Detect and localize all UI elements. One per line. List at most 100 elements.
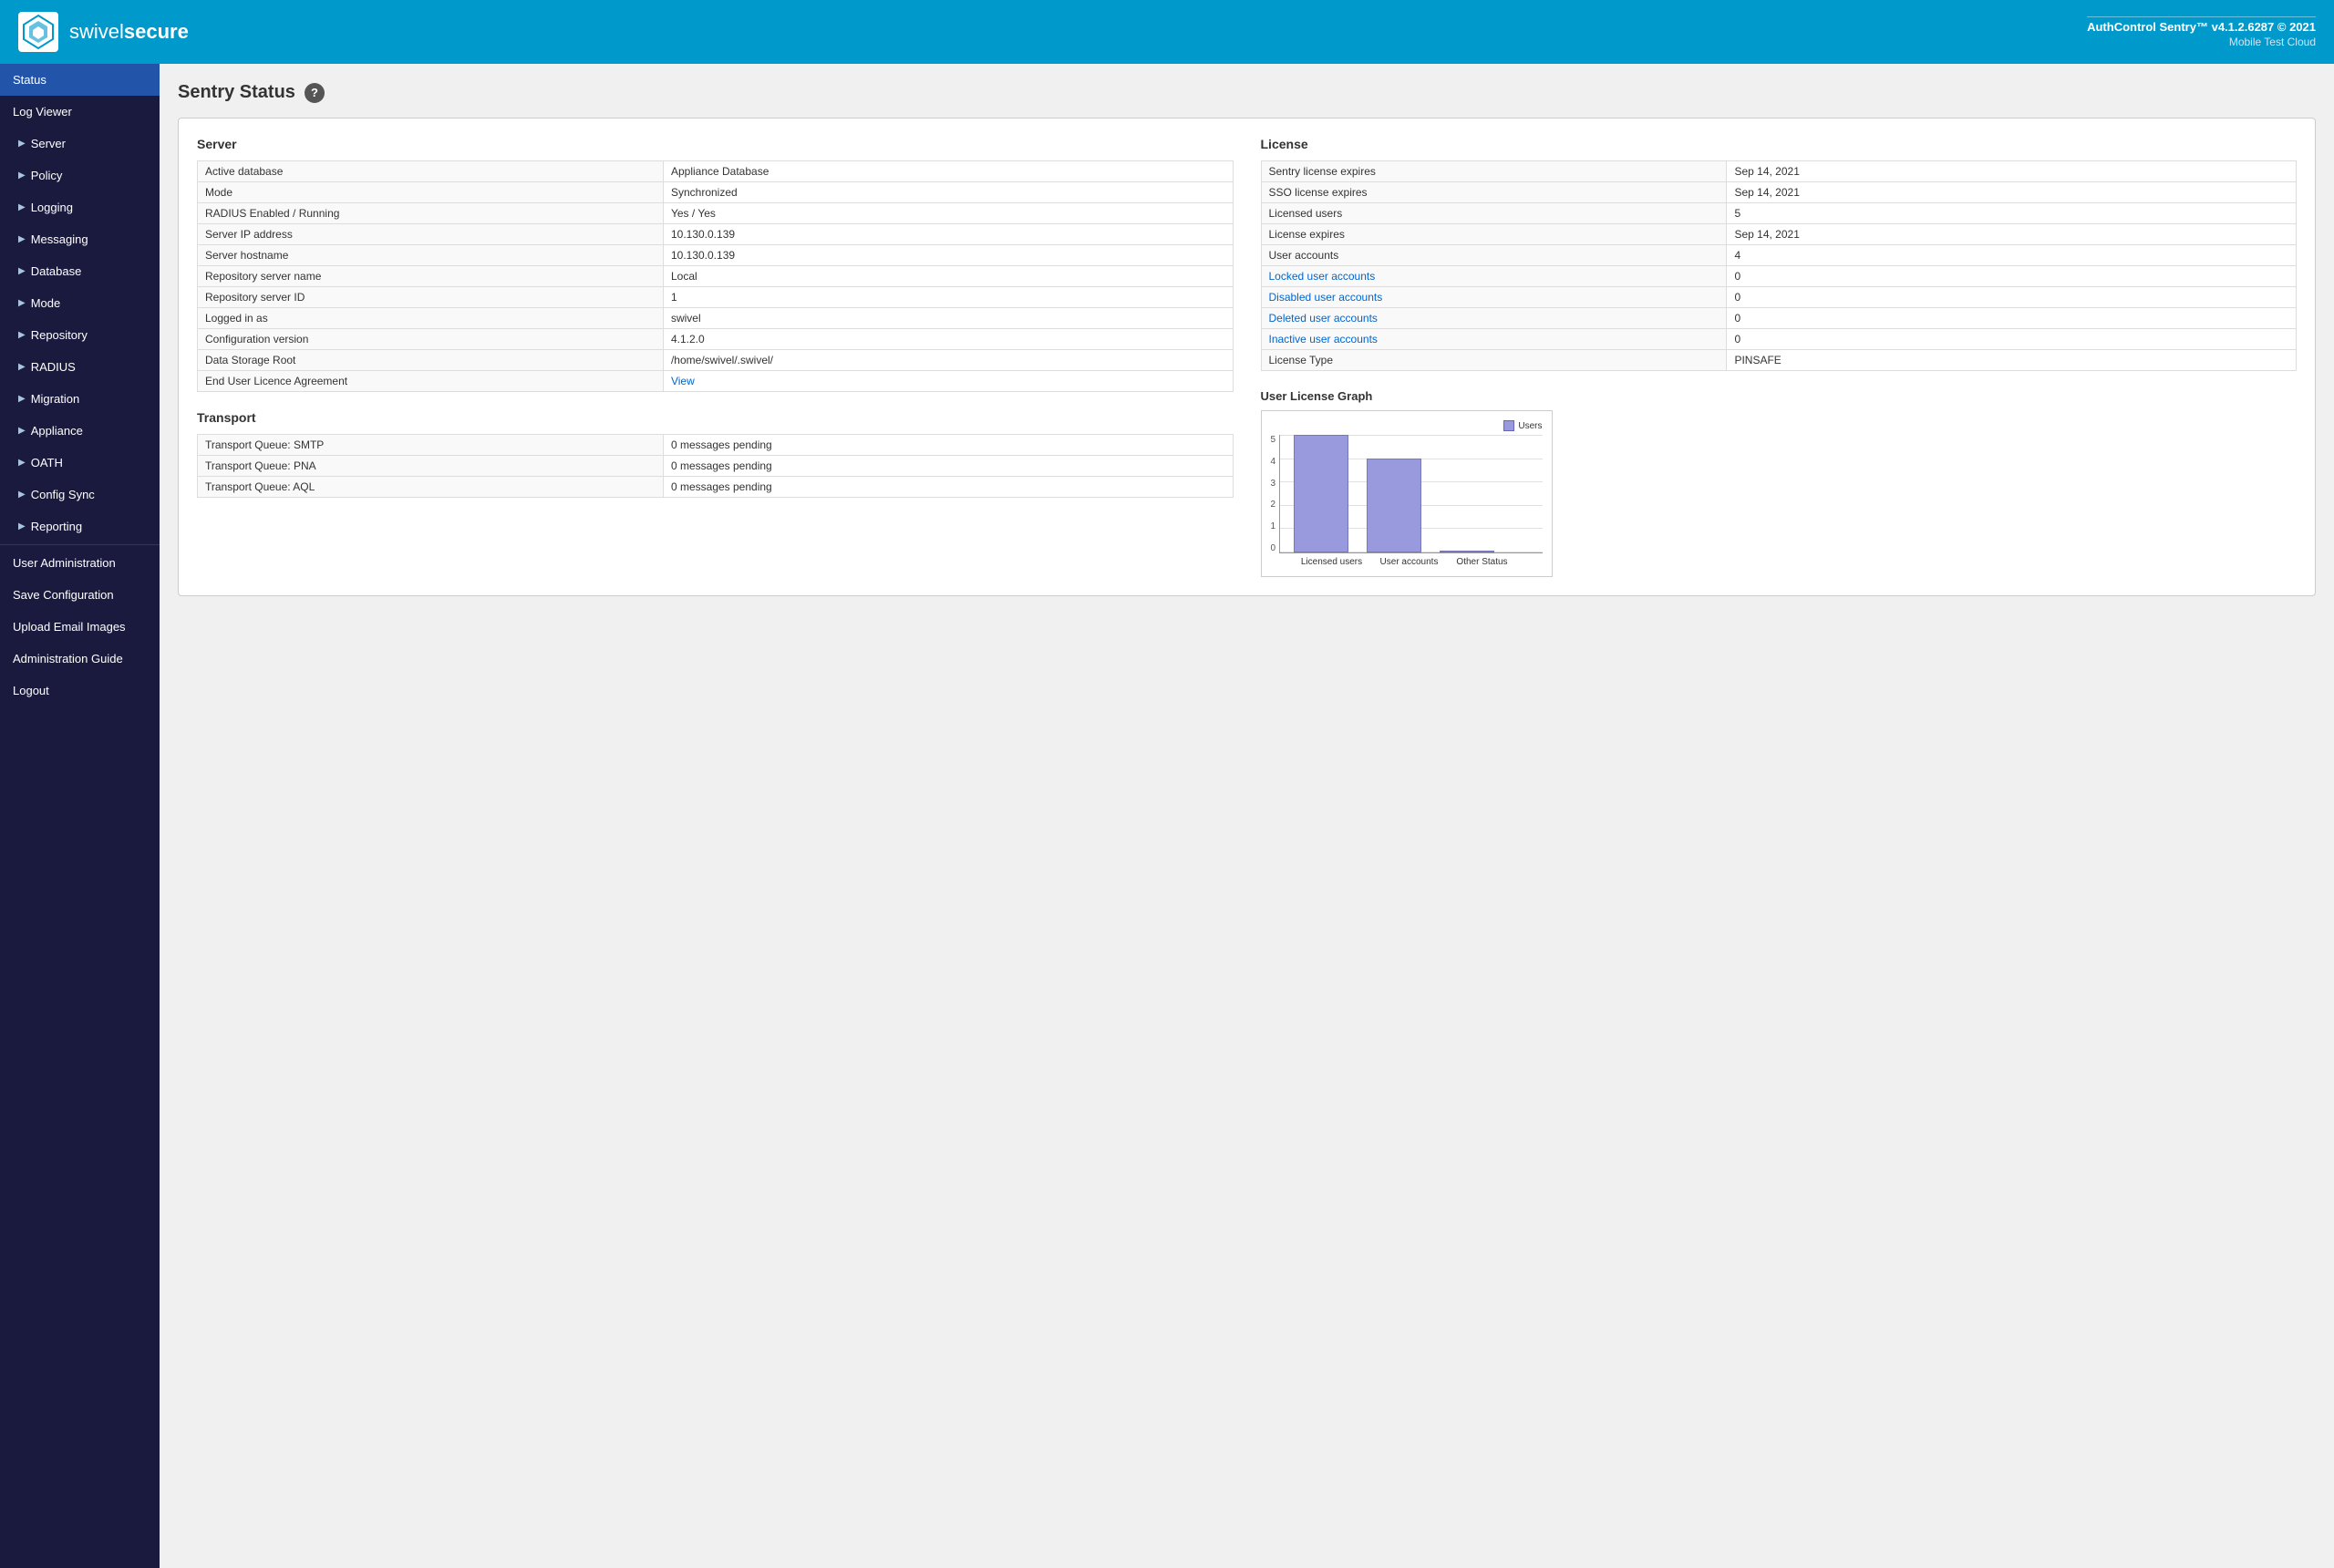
sidebar-label-repository: Repository <box>31 328 88 342</box>
sidebar-item-user-administration[interactable]: User Administration <box>0 547 160 579</box>
license-type-value: PINSAFE <box>1727 350 2297 371</box>
server-ip-value: 10.130.0.139 <box>663 224 1233 245</box>
transport-aql-label: Transport Queue: AQL <box>198 477 664 498</box>
y-label-0: 0 <box>1271 543 1276 553</box>
license-deleted-label: Deleted user accounts <box>1261 308 1727 329</box>
license-inactive-label: Inactive user accounts <box>1261 329 1727 350</box>
help-icon[interactable]: ? <box>305 83 325 103</box>
table-row: Repository server name Local <box>198 266 1234 287</box>
sidebar-item-reporting[interactable]: ▶ Reporting <box>0 511 160 542</box>
bar-licensed-users <box>1294 435 1348 552</box>
sidebar-label-status: Status <box>13 73 46 87</box>
table-row: Transport Queue: SMTP 0 messages pending <box>198 435 1234 456</box>
sidebar-label-mode: Mode <box>31 296 61 310</box>
server-table: Active database Appliance Database Mode … <box>197 160 1234 392</box>
server-radius-value: Yes / Yes <box>663 203 1233 224</box>
sidebar-item-oath[interactable]: ▶ OATH <box>0 447 160 479</box>
table-row: User accounts 4 <box>1261 245 2297 266</box>
license-locked-value: 0 <box>1727 266 2297 287</box>
server-repo-id-value: 1 <box>663 287 1233 308</box>
sidebar-item-appliance[interactable]: ▶ Appliance <box>0 415 160 447</box>
eula-view-link[interactable]: View <box>671 375 695 387</box>
sidebar-item-logout[interactable]: Logout <box>0 675 160 707</box>
inactive-accounts-link[interactable]: Inactive user accounts <box>1269 333 1378 346</box>
transport-aql-value: 0 messages pending <box>663 477 1233 498</box>
header-info: AuthControl Sentry™ v4.1.2.6287 © 2021 M… <box>2087 16 2316 48</box>
cloud-name: Mobile Test Cloud <box>2087 36 2316 48</box>
sidebar-item-messaging[interactable]: ▶ Messaging <box>0 223 160 255</box>
sidebar-label-user-administration: User Administration <box>13 556 116 570</box>
arrow-icon-config-sync: ▶ <box>18 490 26 500</box>
x-label-user-accounts: User accounts <box>1373 557 1446 567</box>
sidebar-item-config-sync[interactable]: ▶ Config Sync <box>0 479 160 511</box>
transport-section-title: Transport <box>197 410 1234 425</box>
server-repo-name-value: Local <box>663 266 1233 287</box>
sidebar-label-messaging: Messaging <box>31 232 88 246</box>
license-table: Sentry license expires Sep 14, 2021 SSO … <box>1261 160 2298 371</box>
license-sso-expires-label: SSO license expires <box>1261 182 1727 203</box>
arrow-icon-reporting: ▶ <box>18 521 26 531</box>
server-config-version-value: 4.1.2.0 <box>663 329 1233 350</box>
server-logged-in-value: swivel <box>663 308 1233 329</box>
table-row: Active database Appliance Database <box>198 161 1234 182</box>
y-label-2: 2 <box>1271 500 1276 510</box>
content-area: Sentry Status ? Server Active database A… <box>160 64 2334 1568</box>
sidebar-item-radius[interactable]: ▶ RADIUS <box>0 351 160 383</box>
sidebar-item-logging[interactable]: ▶ Logging <box>0 191 160 223</box>
sidebar-item-repository[interactable]: ▶ Repository <box>0 319 160 351</box>
deleted-accounts-link[interactable]: Deleted user accounts <box>1269 312 1378 325</box>
sidebar-label-log-viewer: Log Viewer <box>13 105 72 119</box>
server-active-db-value: Appliance Database <box>663 161 1233 182</box>
sidebar-item-migration[interactable]: ▶ Migration <box>0 383 160 415</box>
table-row: Transport Queue: AQL 0 messages pending <box>198 477 1234 498</box>
arrow-icon-migration: ▶ <box>18 394 26 404</box>
sidebar-item-mode[interactable]: ▶ Mode <box>0 287 160 319</box>
sidebar-label-logging: Logging <box>31 201 73 214</box>
sidebar-label-server: Server <box>31 137 66 150</box>
sidebar-label-administration-guide: Administration Guide <box>13 652 123 665</box>
server-data-storage-label: Data Storage Root <box>198 350 664 371</box>
table-row: Configuration version 4.1.2.0 <box>198 329 1234 350</box>
table-row: Deleted user accounts 0 <box>1261 308 2297 329</box>
arrow-icon-database: ▶ <box>18 266 26 276</box>
table-row: Repository server ID 1 <box>198 287 1234 308</box>
arrow-icon-policy: ▶ <box>18 170 26 181</box>
table-row: License expires Sep 14, 2021 <box>1261 224 2297 245</box>
sidebar-label-config-sync: Config Sync <box>31 488 95 501</box>
sidebar-item-server[interactable]: ▶ Server <box>0 128 160 160</box>
transport-smtp-value: 0 messages pending <box>663 435 1233 456</box>
bars-container <box>1279 435 1542 553</box>
status-card: Server Active database Appliance Databas… <box>178 118 2316 596</box>
sidebar-item-status[interactable]: Status <box>0 64 160 96</box>
disabled-accounts-link[interactable]: Disabled user accounts <box>1269 291 1383 304</box>
table-row: Data Storage Root /home/swivel/.swivel/ <box>198 350 1234 371</box>
table-row: Transport Queue: PNA 0 messages pending <box>198 456 1234 477</box>
server-logged-in-label: Logged in as <box>198 308 664 329</box>
server-mode-value: Synchronized <box>663 182 1233 203</box>
sidebar-item-log-viewer[interactable]: Log Viewer <box>0 96 160 128</box>
sidebar-item-database[interactable]: ▶ Database <box>0 255 160 287</box>
license-expires-label: License expires <box>1261 224 1727 245</box>
transport-smtp-label: Transport Queue: SMTP <box>198 435 664 456</box>
sidebar-label-appliance: Appliance <box>31 424 83 438</box>
server-hostname-label: Server hostname <box>198 245 664 266</box>
locked-accounts-link[interactable]: Locked user accounts <box>1269 270 1376 283</box>
sidebar-item-policy[interactable]: ▶ Policy <box>0 160 160 191</box>
sidebar-label-migration: Migration <box>31 392 79 406</box>
bar-other-status <box>1440 551 1494 552</box>
license-section-title: License <box>1261 137 2298 151</box>
license-licensed-users-value: 5 <box>1727 203 2297 224</box>
app-version-title: AuthControl Sentry™ v4.1.2.6287 © 2021 <box>2087 20 2316 34</box>
sidebar-label-save-configuration: Save Configuration <box>13 588 114 602</box>
table-row: Inactive user accounts 0 <box>1261 329 2297 350</box>
sidebar-item-upload-email-images[interactable]: Upload Email Images <box>0 611 160 643</box>
arrow-icon-server: ▶ <box>18 139 26 149</box>
sidebar-item-save-configuration[interactable]: Save Configuration <box>0 579 160 611</box>
server-section-title: Server <box>197 137 1234 151</box>
license-type-label: License Type <box>1261 350 1727 371</box>
table-row: Disabled user accounts 0 <box>1261 287 2297 308</box>
server-eula-label: End User Licence Agreement <box>198 371 664 392</box>
sidebar-item-administration-guide[interactable]: Administration Guide <box>0 643 160 675</box>
left-column: Server Active database Appliance Databas… <box>197 137 1234 577</box>
table-row: RADIUS Enabled / Running Yes / Yes <box>198 203 1234 224</box>
